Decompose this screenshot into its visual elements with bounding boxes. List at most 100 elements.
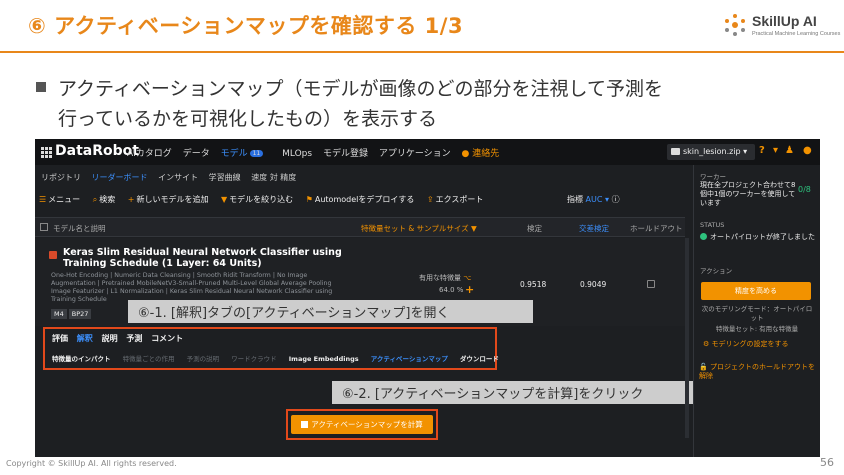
leaderboard-scrollbar[interactable] [685,238,689,438]
modeling-settings-link[interactable]: ⚙ モデリングの設定をする [703,339,789,349]
tab-repository[interactable]: リポジトリ [41,173,81,182]
logo-mark-icon [725,14,745,36]
nav-ai-catalog[interactable]: AIカタログ [127,149,172,159]
compute-button-label: アクティベーションマップを計算 [311,420,423,429]
add-sample-size-icon[interactable]: + [465,283,474,296]
col-validation[interactable]: 検定 [527,223,542,234]
search-label: 検索 [99,195,116,204]
col-holdout[interactable]: ホールドアウト [630,223,683,234]
col-feature-set[interactable]: 特徴量セット & サンプルサイズ ▼ [361,223,477,234]
model-tabs: 評価 解釈 説明 予測 コメント [52,333,189,344]
project-selector[interactable]: skin_lesion.zip ▾ [667,144,755,160]
plus-icon: + [127,195,135,204]
model-sample-size: 64.0 % [439,286,464,294]
deploy-automodel-button[interactable]: ⚑ Automodelをデプロイする [306,195,415,204]
top-navigation: AIカタログ データ モデル 11 MLOps モデル登録 アプリケーション ● … [127,146,507,159]
bell-icon[interactable]: ♟ [785,145,794,156]
datarobot-screenshot: DataRobot AIカタログ データ モデル 11 MLOps モデル登録 ア… [35,139,820,457]
subtab-feature-effects[interactable]: 特徴量ごとの作用 [123,355,175,363]
apps-grid-icon[interactable] [41,147,52,158]
menu-label: メニュー [48,195,81,204]
nav-model-registry[interactable]: モデル登録 [323,149,368,159]
subtab-word-cloud[interactable]: ワードクラウド [231,355,277,363]
filter-icon: ▼ [221,195,228,204]
models-count-badge: 11 [249,150,264,157]
subtab-downloads[interactable]: ダウンロード [460,355,499,363]
info-icon[interactable]: ⓘ [612,195,620,204]
status-check-icon [700,233,707,240]
page-number: 56 [820,456,834,469]
help-icon[interactable]: ? [759,145,765,156]
nav-mlops[interactable]: MLOps [282,149,312,159]
tab-comments[interactable]: コメント [151,334,183,343]
unlock-holdout-link[interactable]: 🔓 プロジェクトのホールドアウトを解除 [699,363,817,381]
add-model-label: 新しいモデルを追加 [136,195,209,204]
nav-applications[interactable]: アプリケーション [379,149,451,159]
model-title[interactable]: Keras Slim Residual Neural Network Class… [63,247,363,269]
feature-set-label: 有用な特徴量 [419,274,461,282]
model-tag: M4 [51,309,67,319]
model-tags: M4 BP27 [51,309,93,319]
select-all-checkbox[interactable] [40,223,48,231]
feature-list-icon[interactable]: ⌥ [463,274,471,282]
tab-learning-curve[interactable]: 学習曲線 [209,173,241,182]
model-cv-score: 0.9049 [580,280,607,289]
search-icon: ⌕ [92,195,98,204]
metric-label: 指標 [567,195,583,204]
tab-describe[interactable]: 説明 [102,334,118,343]
tab-leaderboard[interactable]: リーダーボード [92,173,148,182]
title-divider [0,51,844,53]
subnav-tabs: リポジトリ リーダーボード インサイト 学習曲線 速度 対 精度 [41,172,304,183]
model-type-icon [49,251,57,259]
dropdown-chevron-icon[interactable]: ▾ [773,145,778,156]
understand-subtabs: 特徴量のインパクト 特徴量ごとの作用 予測の説明 ワードクラウド Image E… [52,353,509,363]
nav-contact[interactable]: ● 連絡先 [462,149,500,159]
tab-evaluate[interactable]: 評価 [52,334,68,343]
subtab-feature-impact[interactable]: 特徴量のインパクト [52,355,111,363]
export-label: エクスポート [435,195,484,204]
next-modeling-mode: 次のモデリングモード：オートパイロット [701,305,813,322]
tab-predict[interactable]: 予測 [126,334,142,343]
nav-data[interactable]: データ [183,149,210,159]
action-label: アクション [700,267,733,275]
subtab-activation-maps[interactable]: アクティベーションマップ [371,355,448,363]
subtab-image-embeddings[interactable]: Image Embeddings [289,355,359,363]
tab-speed-vs-accuracy[interactable]: 速度 対 精度 [251,173,296,182]
nav-models-label: モデル [220,149,248,159]
filter-models-button[interactable]: ▼ モデルを絞り込む [221,195,293,204]
metric-selector[interactable]: 指標 AUC ▾ ⓘ [567,194,620,205]
metric-value: AUC [585,195,603,204]
folder-icon [671,148,680,155]
menu-button[interactable]: ☰ メニュー [39,195,80,204]
search-button[interactable]: ⌕ 検索 [93,195,115,204]
tab-understand[interactable]: 解釈 [77,334,93,343]
tab-insights[interactable]: インサイト [158,173,198,182]
status-label: STATUS [700,221,725,229]
menu-icon: ☰ [39,195,47,204]
export-button[interactable]: ⇪ エクスポート [427,195,483,204]
chevron-down-icon: ▾ [605,195,610,204]
worker-label: ワーカー [700,173,726,181]
model-feature-set: 有用な特徴量 ⌥ [419,273,471,283]
user-icon[interactable]: ● [803,145,812,156]
body-text-line2: 行っているかを可視化したもの）を表示する [58,108,438,130]
col-model-name[interactable]: モデル名と説明 [53,223,106,234]
compute-activation-maps-button[interactable]: アクティベーションマップを計算 [291,415,433,434]
improve-accuracy-button[interactable]: 精度を高める [701,282,811,300]
skillup-logo: SkillUp AI Practical Machine Learning Co… [722,10,840,44]
callout-step-1: ⑥-1. [解釈]タブの[アクティベーションマップ]を開く [128,300,533,323]
contact-label: 連絡先 [472,149,500,159]
nav-models[interactable]: モデル 11 [221,149,272,159]
col-cross-validation[interactable]: 交差検定 [579,223,609,234]
unlock-holdout-label: プロジェクトのホールドアウトを解除 [699,363,815,380]
callout-step-2: ⑥-2. [アクティベーションマップを計算]をクリック [332,381,745,404]
status-text: オートパイロットが終了しました [700,233,816,242]
subtab-prediction-explanations[interactable]: 予測の説明 [187,355,220,363]
model-validation-score: 0.9518 [520,280,547,289]
project-name: skin_lesion.zip [683,147,741,156]
copyright-footer: Copyright © SkillUp AI. All rights reser… [6,459,177,468]
logo-subtitle: Practical Machine Learning Courses [752,31,841,37]
leaderboard-toolbar: ☰ メニュー ⌕ 検索 + 新しいモデルを追加 ▼ モデルを絞り込む ⚑ Automode… [39,194,493,205]
add-model-button[interactable]: + 新しいモデルを追加 [128,195,209,204]
worker-count[interactable]: 0/8 [798,185,811,194]
